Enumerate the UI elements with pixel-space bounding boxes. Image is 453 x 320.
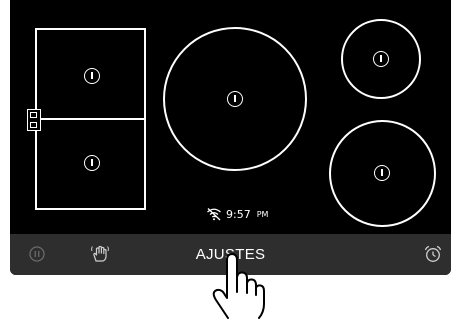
zone-front-left[interactable] <box>35 118 146 210</box>
clock-time: 9:57 <box>226 207 251 221</box>
alarm-clock-icon[interactable] <box>424 245 442 263</box>
zone-rear-right[interactable] <box>341 19 421 99</box>
zone-center[interactable] <box>163 27 307 171</box>
power-icon[interactable] <box>84 68 100 84</box>
zone-front-right[interactable] <box>329 120 436 227</box>
pause-icon[interactable] <box>29 246 45 262</box>
status-bar: 9:57 PM <box>206 205 268 223</box>
hand-lock-icon[interactable] <box>90 244 110 264</box>
pointing-hand-icon <box>212 253 265 319</box>
power-icon[interactable] <box>227 91 243 107</box>
zone-rear-left[interactable] <box>35 28 146 120</box>
bridge-zone-icon[interactable] <box>27 109 41 131</box>
wifi-off-icon <box>207 208 221 221</box>
power-icon[interactable] <box>374 165 390 181</box>
power-icon[interactable] <box>84 155 100 171</box>
bridge-divider <box>50 118 146 120</box>
cooktop-panel: 9:57PM AJUSTES <box>10 0 451 275</box>
clock-ampm: PM <box>256 209 269 219</box>
power-icon[interactable] <box>373 51 389 67</box>
